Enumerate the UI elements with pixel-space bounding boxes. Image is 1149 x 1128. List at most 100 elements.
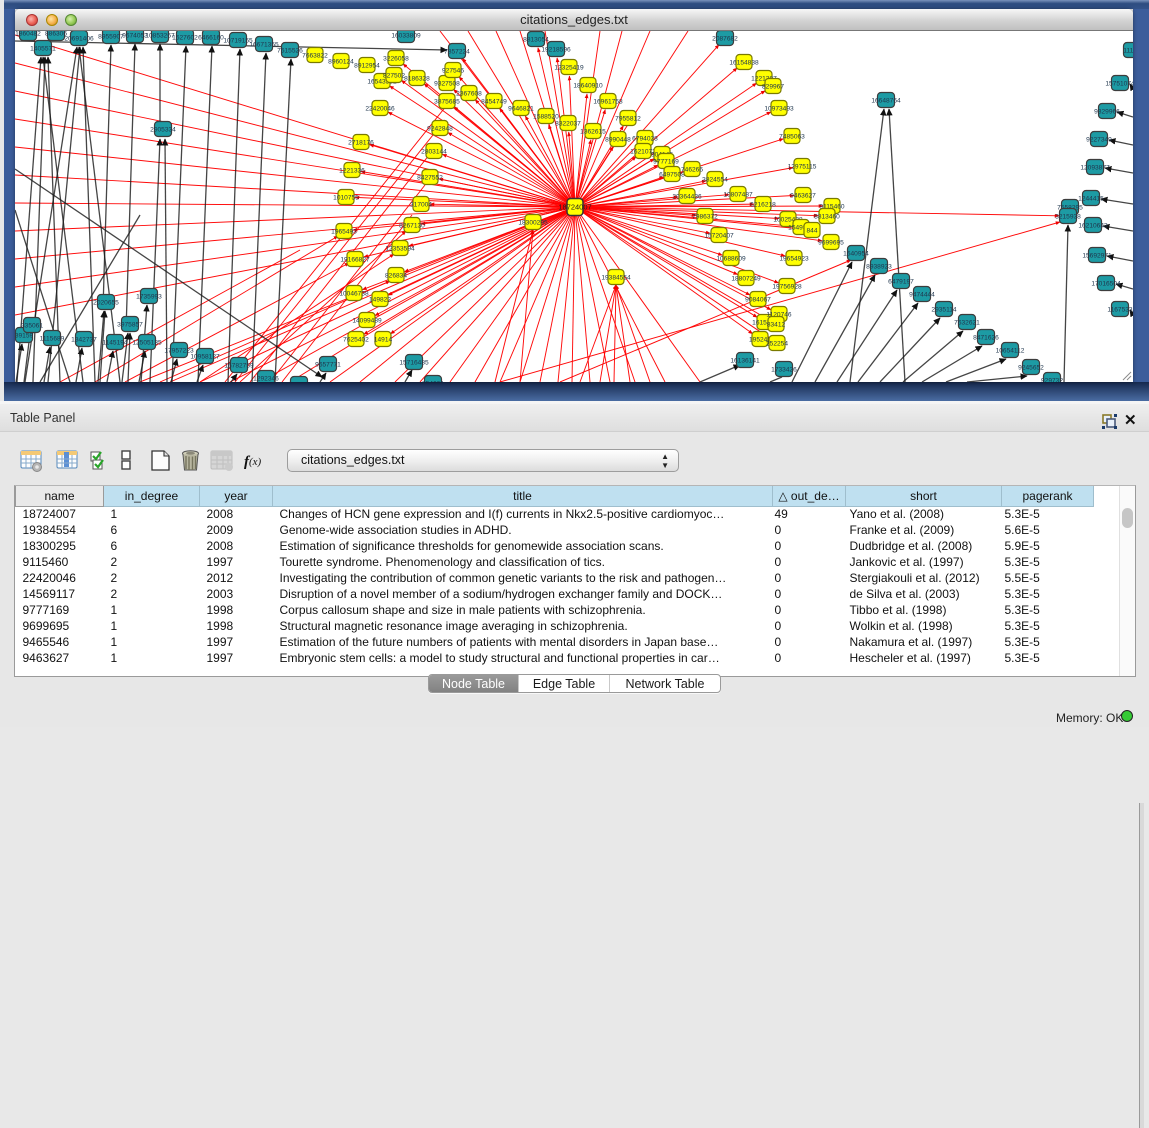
- svg-text:6479197: 6479197: [888, 279, 914, 286]
- svg-text:(x): (x): [249, 456, 262, 468]
- svg-text:1145194: 1145194: [102, 340, 128, 347]
- svg-text:9474444: 9474444: [909, 292, 935, 299]
- svg-text:12093877: 12093877: [1080, 165, 1110, 172]
- svg-text:10853267: 10853267: [145, 33, 175, 40]
- svg-text:1588520: 1588520: [533, 114, 559, 121]
- svg-text:12325419: 12325419: [554, 65, 584, 72]
- svg-text:14914: 14914: [374, 337, 393, 344]
- svg-text:18640910: 18640910: [573, 83, 603, 90]
- svg-text:2087682: 2087682: [712, 36, 738, 43]
- svg-text:929732: 929732: [1041, 378, 1063, 383]
- svg-text:844: 844: [806, 228, 817, 235]
- svg-text:829967: 829967: [762, 84, 784, 91]
- svg-text:6794028: 6794028: [632, 136, 658, 143]
- svg-text:16210643: 16210643: [1078, 223, 1108, 230]
- svg-text:19166827: 19166827: [340, 257, 370, 264]
- svg-text:8960124: 8960124: [328, 59, 354, 66]
- svg-text:19654923: 19654923: [779, 256, 809, 263]
- svg-text:317004: 317004: [410, 202, 432, 209]
- svg-text:1860482: 1860482: [15, 31, 41, 38]
- svg-text:8938923: 8938923: [866, 264, 892, 271]
- svg-text:9242848: 9242848: [427, 126, 453, 133]
- svg-text:2803144: 2803144: [421, 149, 447, 156]
- svg-text:9327508: 9327508: [434, 81, 460, 88]
- svg-text:19218596: 19218596: [541, 47, 571, 54]
- svg-text:3875685: 3875685: [434, 99, 460, 106]
- svg-text:18300295: 18300295: [518, 220, 548, 227]
- svg-text:6466160: 6466160: [198, 35, 224, 42]
- svg-text:12353594: 12353594: [385, 246, 415, 253]
- svg-text:8267130: 8267130: [399, 223, 425, 230]
- svg-text:8471626: 8471626: [973, 335, 999, 342]
- svg-text:768109: 768109: [288, 382, 310, 383]
- svg-text:20364436: 20364436: [672, 194, 702, 201]
- svg-text:9699695: 9699695: [818, 240, 844, 247]
- svg-text:2718176: 2718176: [348, 140, 374, 147]
- svg-text:22420046: 22420046: [365, 106, 395, 113]
- svg-text:16136141: 16136141: [730, 358, 760, 365]
- svg-text:15716485: 15716485: [399, 360, 429, 367]
- svg-text:8813054: 8813054: [523, 37, 549, 44]
- svg-text:7955812: 7955812: [615, 116, 641, 123]
- svg-text:1735993: 1735993: [136, 294, 162, 301]
- svg-text:7485063: 7485063: [779, 134, 805, 141]
- svg-text:16671355: 16671355: [249, 42, 279, 49]
- svg-text:335061: 335061: [21, 323, 43, 330]
- svg-text:3824554: 3824554: [702, 177, 728, 184]
- svg-text:7625402: 7625402: [343, 337, 369, 344]
- svg-text:10973493: 10973493: [764, 106, 794, 113]
- svg-text:39159: 39159: [15, 333, 33, 340]
- svg-text:16648764: 16648764: [871, 98, 901, 105]
- svg-text:18724007: 18724007: [558, 203, 591, 212]
- svg-text:16782759: 16782759: [224, 363, 254, 370]
- svg-text:2935114: 2935114: [931, 307, 957, 314]
- svg-text:1292346: 1292346: [253, 376, 279, 383]
- svg-text:16033809: 16033809: [391, 33, 421, 40]
- svg-text:9084067: 9084067: [745, 297, 771, 304]
- svg-text:3215938: 3215938: [1055, 214, 1081, 221]
- svg-text:17016504: 17016504: [1091, 281, 1121, 288]
- svg-text:18807249: 18807249: [731, 276, 761, 283]
- svg-text:1640954: 1640954: [843, 251, 869, 258]
- svg-text:10688609: 10688609: [716, 256, 746, 263]
- svg-text:1010755: 1010755: [333, 195, 359, 202]
- svg-text:9674053: 9674053: [122, 33, 148, 40]
- svg-text:1527602: 1527602: [172, 35, 198, 42]
- svg-text:20691406: 20691406: [64, 36, 94, 43]
- svg-text:14099489: 14099489: [352, 318, 382, 325]
- svg-text:8912954: 8912954: [354, 63, 380, 70]
- svg-text:1221336: 1221336: [339, 168, 365, 175]
- svg-text:2367608: 2367608: [456, 91, 482, 98]
- svg-text:19384554: 19384554: [601, 275, 631, 282]
- svg-text:12505135: 12505135: [132, 340, 162, 347]
- svg-text:1115689: 1115689: [40, 336, 65, 343]
- svg-text:3975857: 3975857: [117, 322, 143, 329]
- svg-text:7663822: 7663822: [302, 53, 328, 60]
- svg-text:8454749: 8454749: [481, 99, 507, 106]
- svg-text:9227349: 9227349: [1086, 137, 1112, 144]
- svg-text:8990448: 8990448: [605, 137, 631, 144]
- svg-text:1733426: 1733426: [771, 367, 797, 374]
- svg-text:16154838: 16154838: [729, 60, 759, 67]
- svg-text:1167533: 1167533: [1107, 307, 1133, 314]
- svg-text:15692971: 15692971: [1082, 253, 1112, 260]
- svg-text:83412: 83412: [767, 322, 786, 329]
- svg-text:8186328: 8186328: [404, 76, 430, 83]
- svg-text:8427552: 8427552: [417, 175, 443, 182]
- svg-text:9777169: 9777169: [653, 159, 679, 166]
- svg-text:1244415: 1244415: [1078, 196, 1104, 203]
- svg-text:1362615: 1362615: [580, 129, 606, 136]
- svg-text:10807487: 10807487: [723, 192, 753, 199]
- svg-text:10046738: 10046738: [339, 291, 369, 298]
- svg-text:9245652: 9245652: [1018, 365, 1044, 372]
- svg-text:19756928: 19756928: [772, 284, 802, 291]
- svg-text:10654112: 10654112: [996, 348, 1025, 355]
- svg-text:826834: 826834: [385, 273, 407, 280]
- svg-text:15720407: 15720407: [704, 233, 734, 240]
- svg-text:2905334: 2905334: [150, 127, 176, 134]
- svg-text:8813460: 8813460: [814, 214, 840, 221]
- svg-text:7632621: 7632621: [954, 320, 980, 327]
- svg-text:149822: 149822: [369, 297, 391, 304]
- svg-text:7986372: 7986372: [692, 214, 718, 221]
- svg-text:1342737: 1342737: [71, 337, 97, 344]
